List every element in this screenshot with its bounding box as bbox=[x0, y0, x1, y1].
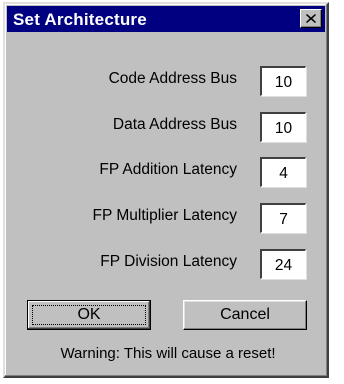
code-address-bus-input[interactable]: 10 bbox=[260, 66, 306, 96]
dialog-title: Set Architecture bbox=[13, 10, 147, 29]
fp-multiplier-latency-label: FP Multiplier Latency bbox=[92, 207, 237, 224]
reset-warning-text: Warning: This will cause a reset! bbox=[60, 345, 276, 362]
close-x-icon bbox=[306, 14, 316, 23]
close-button[interactable] bbox=[300, 9, 322, 28]
set-architecture-dialog: Set Architecture Code Address Bus 10 Dat… bbox=[3, 2, 329, 378]
fp-addition-latency-input[interactable]: 4 bbox=[260, 157, 306, 187]
focus-ring bbox=[32, 305, 146, 325]
fp-multiplier-latency-input[interactable]: 7 bbox=[260, 203, 306, 233]
ok-button[interactable]: OK bbox=[27, 300, 151, 330]
cancel-button-label: Cancel bbox=[220, 306, 270, 323]
fp-division-latency-label: FP Division Latency bbox=[100, 253, 237, 270]
fp-division-latency-input[interactable]: 24 bbox=[260, 249, 306, 279]
data-address-bus-label: Data Address Bus bbox=[112, 116, 237, 133]
fp-addition-latency-label: FP Addition Latency bbox=[99, 161, 237, 178]
data-address-bus-input[interactable]: 10 bbox=[260, 112, 306, 142]
title-bar: Set Architecture bbox=[7, 6, 325, 32]
cancel-button[interactable]: Cancel bbox=[183, 300, 307, 330]
code-address-bus-label: Code Address Bus bbox=[108, 70, 237, 87]
